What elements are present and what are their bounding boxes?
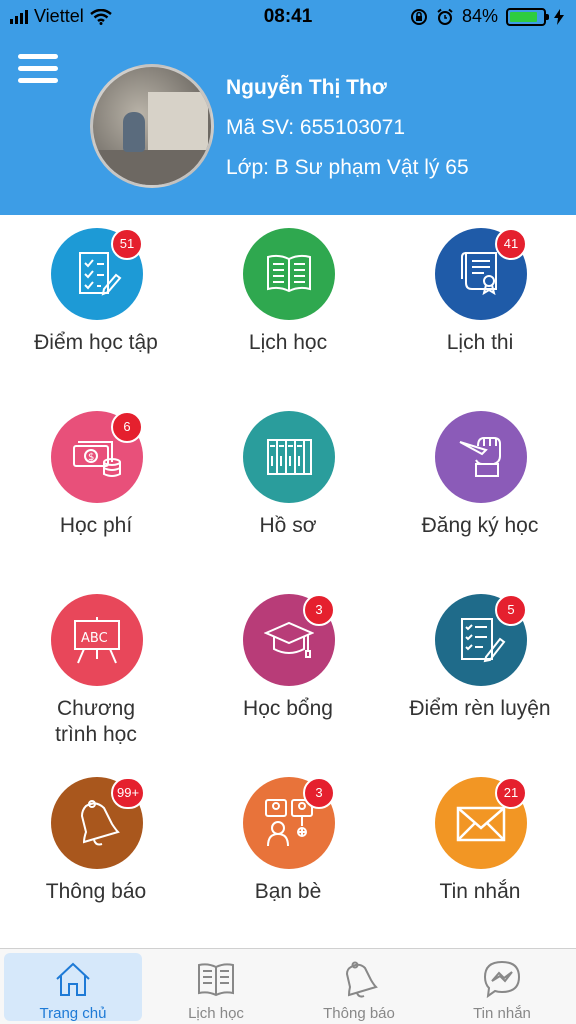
- profile-header: Nguyễn Thị Thơ Mã SV: 655103071 Lớp: B S…: [0, 34, 576, 215]
- bell-icon: [345, 961, 378, 998]
- tile-circle: [435, 411, 527, 503]
- tile-dang-ky-hoc[interactable]: Đăng ký học: [384, 398, 576, 578]
- home-icon: [56, 962, 90, 996]
- tile-thong-bao[interactable]: 99+ Thông báo: [0, 764, 192, 944]
- svg-text:ABC: ABC: [81, 631, 108, 646]
- tile-label: Hồ sơ: [259, 514, 317, 537]
- notification-badge: 3: [303, 777, 335, 809]
- friends-icon: [265, 799, 313, 847]
- envelope-icon: [456, 806, 506, 842]
- menu-button[interactable]: [18, 54, 58, 84]
- tile-label: Lịch học: [248, 331, 328, 354]
- checklist-pen-icon: [461, 618, 506, 663]
- tile-label: Đăng ký học: [421, 514, 539, 537]
- avatar[interactable]: [90, 64, 214, 188]
- bell-icon: [80, 800, 120, 846]
- status-bar: Viettel 08:41 84%: [0, 0, 576, 34]
- alarm-icon: [437, 8, 453, 25]
- tile-circle: [243, 228, 335, 320]
- feature-grid: 51 Điểm học tập Lịch học 41 Lịch thi $ 6…: [0, 215, 576, 948]
- tile-label: Lịch thi: [446, 331, 514, 354]
- tile-label: Tin nhắn: [439, 880, 521, 903]
- tile-chuong-trinh-hoc[interactable]: ABC Chương trình học: [0, 581, 192, 761]
- tab-tin-nhan[interactable]: Tin nhắn: [433, 953, 571, 1022]
- messenger-icon: [483, 960, 521, 999]
- notification-badge: 51: [111, 228, 143, 260]
- hand-pen-icon: [459, 437, 501, 477]
- open-book-icon: [267, 254, 311, 293]
- battery-percent: 84%: [461, 6, 498, 26]
- tab-lich-hoc[interactable]: Lịch học: [147, 953, 285, 1022]
- tile-hoc-bong[interactable]: 3 Học bổng: [192, 581, 384, 761]
- tab-label: Trang chủ: [39, 1005, 107, 1022]
- student-id: Mã SV: 655103071: [226, 116, 406, 139]
- tile-diem-hoc-tap[interactable]: 51 Điểm học tập: [0, 215, 192, 395]
- abc-board-icon: ABC: [74, 617, 120, 664]
- hamburger-icon: [18, 54, 58, 59]
- notification-badge: 6: [111, 411, 143, 443]
- tile-label: Học bổng: [243, 697, 333, 720]
- tile-lich-thi[interactable]: 41 Lịch thi: [384, 215, 576, 395]
- notification-badge: 3: [303, 594, 335, 626]
- notification-badge: 21: [495, 777, 527, 809]
- notification-badge: 5: [495, 594, 527, 626]
- tile-ban-be[interactable]: 3 Bạn bè: [192, 764, 384, 944]
- book-icon: [198, 963, 234, 997]
- tile-tin-nhan[interactable]: 21 Tin nhắn: [384, 764, 576, 944]
- tab-trang-chu[interactable]: Trang chủ: [4, 953, 142, 1022]
- money-icon: $: [73, 441, 121, 477]
- tile-lich-hoc[interactable]: Lịch học: [192, 215, 384, 395]
- binders-icon: [267, 439, 312, 475]
- tile-label: Điểm rèn luyện: [409, 697, 551, 720]
- tile-diem-ren-luyen[interactable]: 5 Điểm rèn luyện: [384, 581, 576, 761]
- tab-label: Thông báo: [323, 1005, 395, 1022]
- tab-label: Tin nhắn: [473, 1005, 531, 1022]
- tab-thong-bao[interactable]: Thông báo: [290, 953, 428, 1022]
- graduation-cap-icon: [264, 621, 314, 658]
- student-name: Nguyễn Thị Thơ: [226, 76, 387, 99]
- orientation-lock-icon: [410, 8, 427, 25]
- tile-label: Điểm học tập: [34, 331, 158, 354]
- tile-label: Thông báo: [45, 880, 147, 903]
- student-class: Lớp: B Sư phạm Vật lý 65: [226, 156, 469, 179]
- tile-label: Học phí: [59, 514, 133, 537]
- tile-label: Bạn bè: [254, 880, 322, 903]
- battery-icon: [506, 7, 549, 26]
- tile-hoc-phi[interactable]: $ 6 Học phí: [0, 398, 192, 578]
- charging-icon: [554, 8, 564, 25]
- checklist-icon: [79, 252, 122, 296]
- certificate-icon: [461, 252, 497, 296]
- svg-text:$: $: [88, 452, 94, 463]
- notification-badge: 99+: [111, 777, 146, 809]
- status-right: 84%: [410, 6, 564, 27]
- bottom-tab-bar: Trang chủ Lịch học Thông báo Tin nhắn: [0, 948, 576, 1024]
- tile-label: Chương trình học: [55, 697, 137, 746]
- tile-circle: [243, 411, 335, 503]
- tab-label: Lịch học: [188, 1005, 244, 1022]
- notification-badge: 41: [495, 228, 527, 260]
- tile-circle: ABC: [51, 594, 143, 686]
- tile-ho-so[interactable]: Hồ sơ: [192, 398, 384, 578]
